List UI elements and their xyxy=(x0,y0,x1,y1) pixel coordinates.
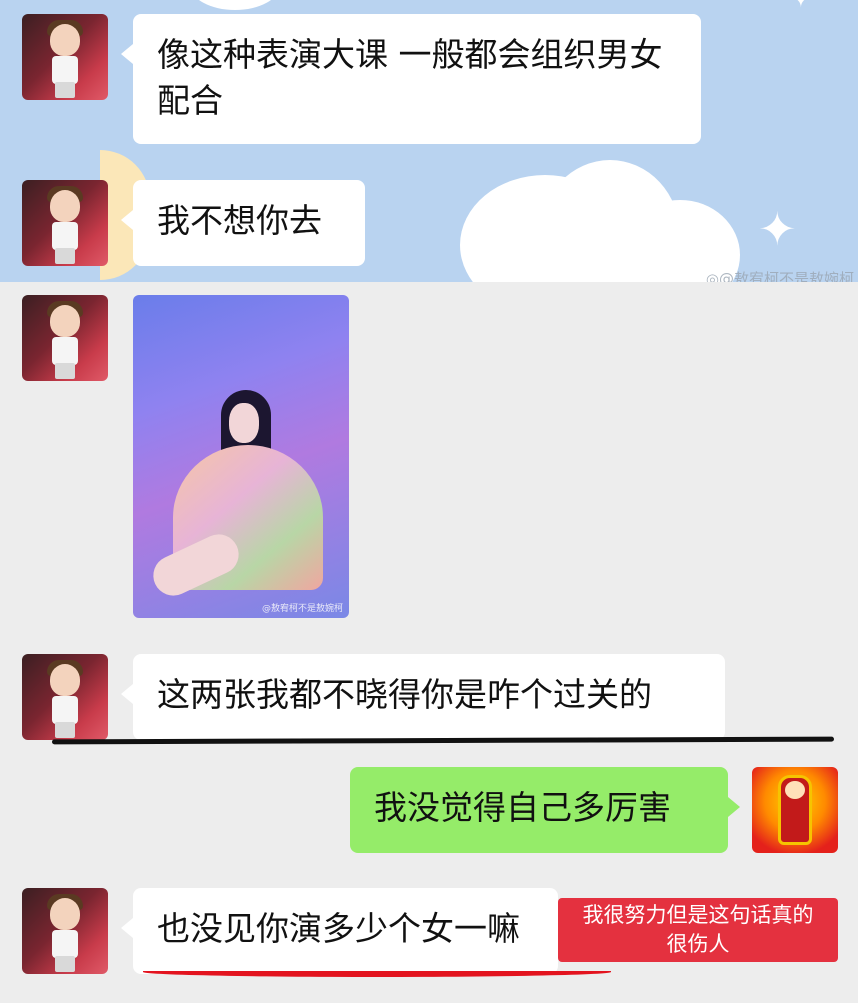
watermark-text: ◎@敖宥柯不是敖婉柯 xyxy=(705,270,854,282)
message-text: 我没觉得自己多厉害 xyxy=(374,788,671,827)
contact-avatar[interactable] xyxy=(22,654,108,740)
message-bubble[interactable]: 像这种表演大课 一般都会组织男女配合 xyxy=(121,14,701,144)
message-bubble[interactable]: 也没见你演多少个女一嘛 xyxy=(121,888,558,974)
message-bubble[interactable]: 我不想你去 xyxy=(121,180,365,266)
annotation-note: 我很努力但是这句话真的 很伤人 xyxy=(558,898,838,962)
contact-avatar[interactable] xyxy=(22,888,108,974)
contact-avatar[interactable] xyxy=(22,295,108,381)
annotation-line: 很伤人 xyxy=(666,932,730,956)
cloud-decoration xyxy=(190,0,280,10)
my-avatar[interactable] xyxy=(752,767,838,853)
message-text: 像这种表演大课 一般都会组织男女配合 xyxy=(157,35,663,120)
star-icon: ✦ xyxy=(758,202,797,256)
photo-watermark: @敖宥柯不是敖婉柯 xyxy=(261,604,343,614)
message-text: 也没见你演多少个女一嘛 xyxy=(157,909,520,948)
highlight-underline-red xyxy=(143,967,611,977)
message-text: 我不想你去 xyxy=(157,201,322,240)
message-bubble[interactable]: 这两张我都不晓得你是咋个过关的 xyxy=(121,654,725,740)
contact-avatar[interactable] xyxy=(22,180,108,266)
image-message[interactable]: @敖宥柯不是敖婉柯 xyxy=(133,295,349,618)
annotation-line: 我很努力但是这句话真的 xyxy=(582,903,814,927)
photo-figure xyxy=(229,403,259,443)
star-icon: ✦ xyxy=(790,0,812,12)
message-bubble-outgoing[interactable]: 我没觉得自己多厉害 xyxy=(350,767,740,853)
message-text: 这两张我都不晓得你是咋个过关的 xyxy=(157,675,652,714)
contact-avatar[interactable] xyxy=(22,14,108,100)
